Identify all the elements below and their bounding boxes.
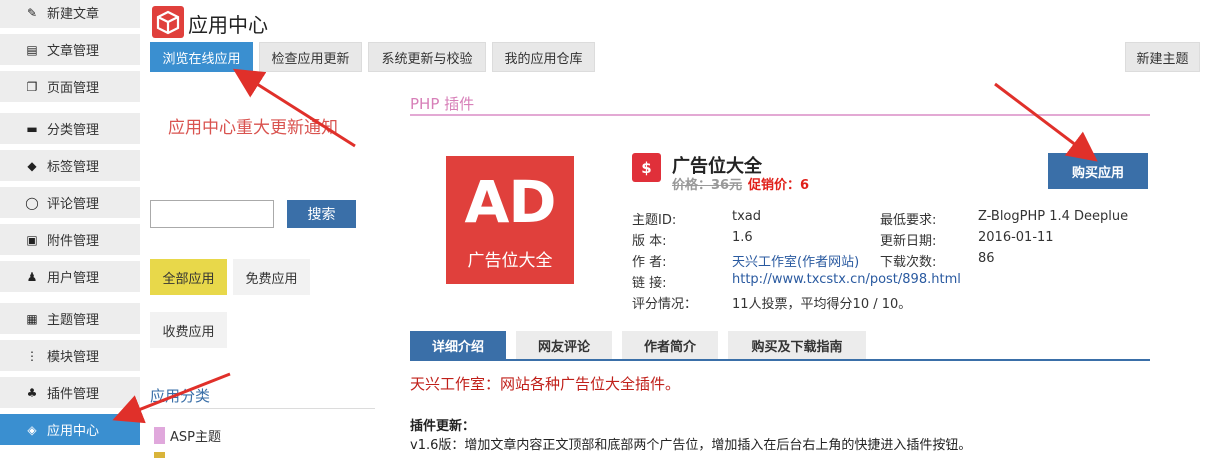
sidebar-item-label: 插件管理 (47, 387, 100, 402)
pages-icon: ❐ (26, 79, 38, 94)
buy-app-button[interactable]: 购买应用 (1048, 153, 1148, 189)
plugin-image-text: AD (464, 168, 556, 236)
sidebar-item-articles[interactable]: ▤ 文章管理 (0, 34, 140, 65)
sidebar-item-new-article[interactable]: ✎ 新建文章 (0, 0, 140, 28)
sale-price: 促销价：6 (748, 178, 810, 193)
filter-paid-apps[interactable]: 收费应用 (150, 312, 227, 348)
sidebar-item-label: 应用中心 (47, 424, 100, 439)
info-value-id: txad (732, 209, 762, 224)
divider (410, 359, 1150, 361)
dollar-icon: $ (632, 153, 661, 182)
update-next-line (410, 452, 1150, 458)
sidebar-item-tags[interactable]: ◆ 标签管理 (0, 150, 140, 181)
divider (150, 408, 375, 409)
search-button[interactable]: 搜索 (287, 200, 356, 228)
category-swatch (154, 452, 165, 458)
sidebar-item-label: 附件管理 (47, 234, 100, 249)
filter-free-apps[interactable]: 免费应用 (233, 259, 310, 295)
arrow-to-buy-button (994, 82, 1098, 162)
update-v16: v1.6版：增加文章内容正文顶部和底部两个广告位，增加插入在后台右上角的快捷进入… (410, 438, 972, 453)
sidebar-item-label: 页面管理 (47, 81, 100, 96)
tag-icon: ◆ (27, 158, 37, 173)
info-label: 下载次数: (880, 255, 937, 270)
sidebar-item-label: 评论管理 (47, 197, 100, 212)
cube-icon: ◈ (27, 422, 37, 437)
info-value-rating: 11人投票，平均得分10 / 10。 (732, 297, 912, 312)
divider (410, 114, 1150, 116)
tab-system-update[interactable]: 系统更新与校验 (368, 42, 486, 72)
tab-comments[interactable]: 网友评论 (516, 331, 612, 359)
sidebar-item-themes[interactable]: ▦ 主题管理 (0, 303, 140, 334)
info-value-downloads: 86 (978, 251, 995, 266)
page-title: 应用中心 (188, 13, 268, 37)
comment-icon: ◯ (25, 195, 39, 210)
sidebar-item-label: 用户管理 (47, 271, 100, 286)
tab-my-apps[interactable]: 我的应用仓库 (492, 42, 595, 72)
tab-author[interactable]: 作者简介 (622, 331, 718, 359)
sidebar-item-plugins[interactable]: ♣ 插件管理 (0, 377, 140, 408)
theme-icon: ▦ (26, 311, 38, 326)
plugin-image[interactable]: AD 广告位大全 (446, 156, 574, 284)
box-icon (152, 6, 184, 38)
sidebar-item-pages[interactable]: ❐ 页面管理 (0, 71, 140, 102)
attachment-icon: ▣ (26, 232, 38, 247)
section-title: PHP 插件 (410, 95, 475, 113)
sidebar-item-categories[interactable]: ▬ 分类管理 (0, 113, 140, 144)
tab-details[interactable]: 详细介绍 (410, 331, 506, 359)
info-label: 主题ID: (632, 213, 677, 228)
sidebar-item-users[interactable]: ♟ 用户管理 (0, 261, 140, 292)
tab-buy-guide[interactable]: 购买及下载指南 (728, 331, 866, 359)
sidebar-item-label: 主题管理 (47, 313, 100, 328)
info-label: 作 者: (632, 255, 667, 270)
sidebar-item-comments[interactable]: ◯ 评论管理 (0, 187, 140, 218)
search-input[interactable] (150, 200, 274, 228)
info-value-requirement: Z-BlogPHP 1.4 Deeplue (978, 209, 1129, 224)
category-title: 应用分类 (150, 387, 211, 405)
info-label: 版 本: (632, 234, 667, 249)
info-value-updated: 2016-01-11 (978, 230, 1054, 245)
sidebar-item-label: 新建文章 (47, 7, 100, 22)
info-label: 链 接: (632, 276, 667, 291)
category-swatch (154, 427, 165, 444)
original-price: 价格：36元 (672, 178, 743, 193)
filter-all-apps[interactable]: 全部应用 (150, 259, 227, 295)
folder-icon: ▬ (26, 121, 38, 136)
category-label: ASP主题 (170, 430, 221, 445)
tab-check-updates[interactable]: 检查应用更新 (259, 42, 362, 72)
new-theme-button[interactable]: 新建主题 (1125, 42, 1200, 72)
plugin-description: 天兴工作室：网站各种广告位大全插件。 (410, 375, 681, 393)
sidebar: ✎ 新建文章 ▤ 文章管理 ❐ 页面管理 ▬ 分类管理 ◆ 标签管理 ◯ 评论管… (0, 0, 140, 458)
info-value-version: 1.6 (732, 230, 753, 245)
user-icon: ♟ (26, 269, 38, 284)
sidebar-item-app-center[interactable]: ◈ 应用中心 (0, 414, 140, 445)
plugin-image-subtext: 广告位大全 (467, 251, 553, 271)
module-icon: ⋮ (26, 348, 38, 363)
sidebar-item-label: 标签管理 (47, 160, 100, 175)
article-icon: ▤ (26, 42, 38, 57)
sidebar-item-label: 分类管理 (47, 123, 100, 138)
info-label: 评分情况： (632, 297, 698, 312)
sidebar-item-label: 文章管理 (47, 44, 100, 59)
sidebar-item-label: 模块管理 (47, 350, 100, 365)
sidebar-item-modules[interactable]: ⋮ 模块管理 (0, 340, 140, 371)
plugin-url-link[interactable]: http://www.txcstx.cn/post/898.html (732, 272, 961, 287)
category-item-asp[interactable]: ASP主题 (154, 426, 221, 445)
info-label: 更新日期: (880, 234, 937, 249)
update-heading: 插件更新： (410, 419, 476, 434)
tab-browse-online[interactable]: 浏览在线应用 (150, 42, 253, 72)
info-label: 最低要求: (880, 213, 937, 228)
sidebar-item-attachments[interactable]: ▣ 附件管理 (0, 224, 140, 255)
author-link[interactable]: 天兴工作室(作者网站) (732, 251, 859, 270)
plugin-icon: ♣ (26, 385, 38, 400)
edit-icon: ✎ (26, 5, 38, 20)
update-notice: 应用中心重大更新通知 (168, 118, 338, 138)
